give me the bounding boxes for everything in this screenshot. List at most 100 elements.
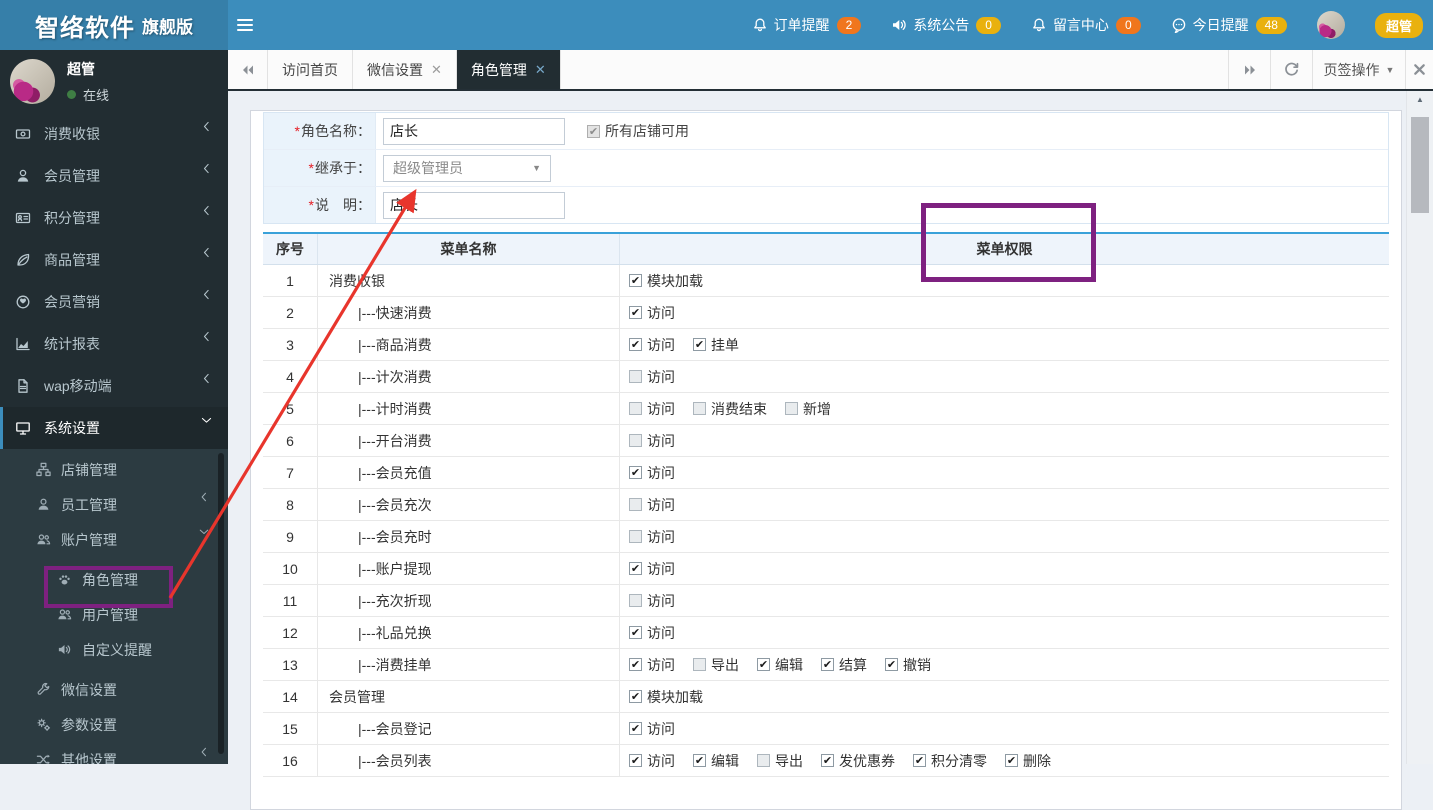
tab-wechat-settings[interactable]: 微信设置 ✕ [353, 50, 457, 89]
close-tab-icon[interactable]: ✕ [535, 63, 546, 76]
checkbox[interactable]: ✔ [629, 466, 642, 479]
menu-name: |---账户提现 [318, 553, 620, 584]
scroll-up-arrow-icon[interactable]: ▲ [1407, 91, 1433, 108]
checkbox[interactable]: ✔ [693, 338, 706, 351]
permission-label: 访问 [647, 656, 675, 673]
checkbox[interactable]: ✔ [629, 626, 642, 639]
checkbox[interactable]: ✔ [693, 754, 706, 767]
description-input[interactable] [383, 191, 565, 219]
role-badge[interactable]: 超管 [1374, 12, 1423, 38]
sidebar-item-member-marketing[interactable]: 会员营销 [0, 281, 228, 323]
submenu-item-custom-reminder[interactable]: 自定义提醒 [0, 632, 228, 667]
sidebar-item-goods-manage[interactable]: 商品管理 [0, 239, 228, 281]
checkbox[interactable]: ✔ [821, 754, 834, 767]
checkbox[interactable] [693, 658, 706, 671]
checkbox[interactable] [693, 402, 706, 415]
checkbox[interactable]: ✔ [1005, 754, 1018, 767]
checkbox[interactable]: ✔ [629, 722, 642, 735]
permission-item: ✔ 访问 [629, 751, 675, 771]
checkbox[interactable]: ✔ [587, 124, 600, 138]
submenu-item-staff-manage[interactable]: 员工管理 [0, 487, 228, 522]
sidebar: 超管 在线 消费收银 会员管理 积分管理 商品管理 会员营销 统计报表 wap移… [0, 50, 228, 764]
checkbox[interactable]: ✔ [885, 658, 898, 671]
menu-name: |---会员充时 [318, 521, 620, 552]
user-avatar[interactable] [10, 59, 55, 104]
permission-label: 导出 [775, 752, 803, 769]
notif-system-notice[interactable]: 系统公告 0 [891, 15, 1001, 35]
permission-item: ✔ 撤销 [885, 655, 931, 675]
close-tab-icon[interactable]: ✕ [431, 63, 442, 76]
checkbox[interactable] [757, 754, 770, 767]
row-number: 6 [263, 425, 318, 456]
role-name-input[interactable] [383, 117, 565, 145]
tab-role-manage[interactable]: 角色管理 ✕ [456, 50, 561, 89]
brand-edition: 旗舰版 [142, 17, 193, 38]
notif-order-reminder[interactable]: 订单提醒 2 [752, 15, 862, 35]
sidebar-item-points-manage[interactable]: 积分管理 [0, 197, 228, 239]
table-row: 7 |---会员充值 ✔ 访问 [263, 457, 1389, 489]
table-row: 2 |---快速消费 ✔ 访问 [263, 297, 1389, 329]
permission-label: 访问 [647, 592, 675, 609]
tab-home[interactable]: 访问首页 [268, 50, 353, 89]
page-scrollbar[interactable]: ▲ [1406, 91, 1433, 764]
submenu-item-account-manage[interactable]: 账户管理 [0, 522, 228, 557]
chevron-left-icon [200, 162, 213, 175]
sidebar-item-consume-cashier[interactable]: 消费收银 [0, 113, 228, 155]
sidebar-item-wap-mobile[interactable]: wap移动端 [0, 365, 228, 407]
checkbox[interactable] [629, 530, 642, 543]
checkbox[interactable]: ✔ [629, 274, 642, 287]
tab-operations-dropdown[interactable]: 页签操作 ▼ [1312, 50, 1405, 89]
permission-item: ✔ 访问 [629, 719, 675, 739]
permission-item: ✔ 访问 [629, 623, 675, 643]
sidebar-scrollbar[interactable] [218, 453, 224, 754]
row-number: 4 [263, 361, 318, 392]
refresh-tab-button[interactable] [1270, 50, 1312, 89]
user-name: 超管 [67, 61, 95, 77]
chevron-left-icon [200, 372, 213, 385]
permission-label: 编辑 [775, 656, 803, 673]
tabs-scroll-left-button[interactable] [228, 50, 268, 89]
close-all-tabs-button[interactable] [1405, 50, 1433, 89]
checkbox[interactable]: ✔ [629, 690, 642, 703]
checkbox[interactable] [785, 402, 798, 415]
sidebar-item-label: 系统设置 [44, 420, 100, 436]
checkbox[interactable] [629, 594, 642, 607]
inherit-from-select[interactable]: 超级管理员 ▼ [383, 154, 551, 182]
checkbox[interactable]: ✔ [629, 562, 642, 575]
checkbox[interactable]: ✔ [757, 658, 770, 671]
submenu-item-role-manage[interactable]: 角色管理 [0, 562, 228, 597]
checkbox[interactable]: ✔ [629, 306, 642, 319]
menu-name: |---会员列表 [318, 745, 620, 776]
bell-icon [1031, 17, 1047, 33]
submenu-item-other-settings[interactable]: 其他设置 [0, 742, 228, 764]
sidebar-item-stats-report[interactable]: 统计报表 [0, 323, 228, 365]
checkbox[interactable] [629, 370, 642, 383]
notif-message-center[interactable]: 留言中心 0 [1031, 15, 1141, 35]
submenu-item-wechat-settings[interactable]: 微信设置 [0, 672, 228, 707]
scrollbar-thumb[interactable] [1411, 117, 1429, 213]
permission-label: 结算 [839, 656, 867, 673]
submenu-item-store-manage[interactable]: 店铺管理 [0, 452, 228, 487]
form-row-description: * 说 明： [264, 187, 1388, 223]
checkbox[interactable]: ✔ [629, 658, 642, 671]
checkbox[interactable] [629, 498, 642, 511]
tabs-scroll-right-button[interactable] [1228, 50, 1270, 89]
role-name-scope-checkbox[interactable]: ✔ 所有店铺可用 [587, 121, 689, 141]
field-label-text: 说 明： [315, 197, 371, 213]
topbar-avatar[interactable] [1316, 11, 1345, 39]
checkbox[interactable] [629, 434, 642, 447]
field-label-text: 角色名称： [301, 123, 371, 139]
topbar: 智络软件 旗舰版 订单提醒 2 系统公告 0 留言中心 0 今日提醒 48 超管 [0, 0, 1433, 50]
submenu-item-param-settings[interactable]: 参数设置 [0, 707, 228, 742]
checkbox[interactable]: ✔ [821, 658, 834, 671]
checkbox[interactable]: ✔ [629, 754, 642, 767]
checkbox[interactable] [629, 402, 642, 415]
sidebar-item-member-manage[interactable]: 会员管理 [0, 155, 228, 197]
checkbox[interactable]: ✔ [913, 754, 926, 767]
checkbox[interactable]: ✔ [629, 338, 642, 351]
sidebar-toggle-button[interactable] [237, 15, 261, 35]
notif-today-reminder[interactable]: 今日提醒 48 [1171, 15, 1287, 35]
submenu-item-user-manage[interactable]: 用户管理 [0, 597, 228, 632]
sidebar-item-system-settings[interactable]: 系统设置 [0, 407, 228, 449]
users-icon [36, 532, 54, 547]
